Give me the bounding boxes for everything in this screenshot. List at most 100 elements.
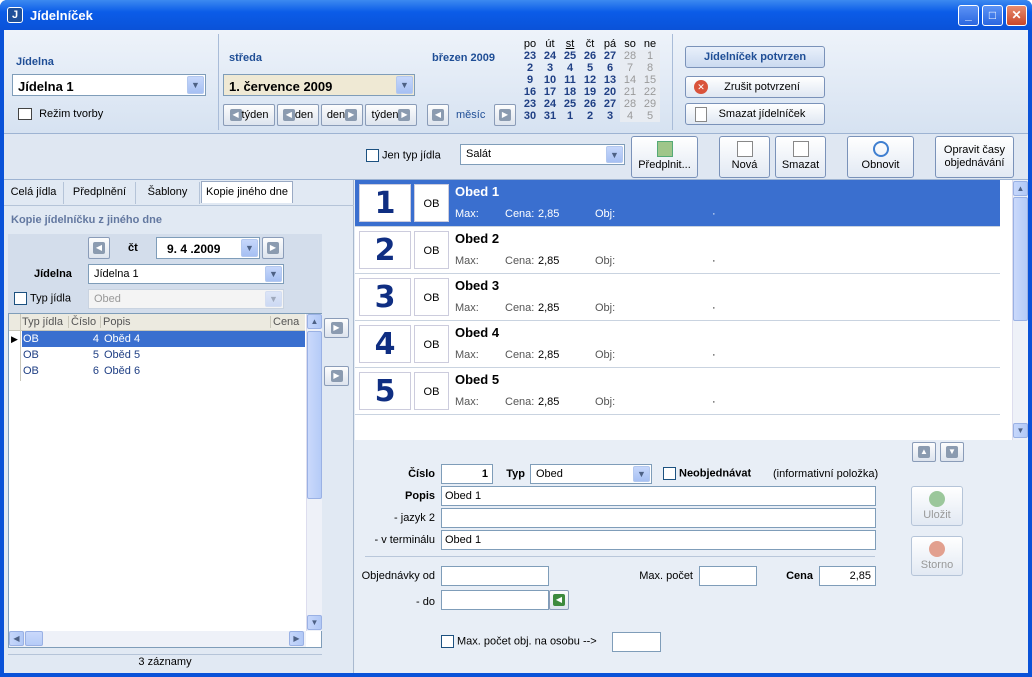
close-button[interactable]: ✕ xyxy=(1006,5,1027,26)
calendar-day[interactable]: 4 xyxy=(560,62,580,74)
copy-selected-button[interactable]: ▶ xyxy=(324,318,349,338)
day-prev-button[interactable]: ◀ den xyxy=(277,104,319,126)
calendar-day[interactable]: 28 xyxy=(620,50,640,62)
calendar-day[interactable]: 15 xyxy=(640,74,660,86)
calendar-day[interactable]: 1 xyxy=(640,50,660,62)
calendar-day[interactable]: 9 xyxy=(520,74,540,86)
popis-field[interactable]: Obed 1 xyxy=(441,486,876,506)
prefill-button[interactable]: Předplnit... xyxy=(631,136,698,178)
date-next-button[interactable]: ▶ xyxy=(262,237,284,259)
col-header-type[interactable]: Typ jídla xyxy=(22,316,69,328)
copy-type-select[interactable]: Obed ▼ xyxy=(88,289,284,309)
meal-list-scrollbar[interactable]: ▲ ▼ xyxy=(1012,180,1028,440)
calendar-day[interactable]: 24 xyxy=(540,50,560,62)
cislo-field[interactable]: 1 xyxy=(441,464,493,484)
delete-menu-button[interactable]: Smazat jídelníček xyxy=(685,103,825,125)
tab-whole-meals[interactable]: Celá jídla xyxy=(4,182,64,204)
chevron-down-icon[interactable]: ▼ xyxy=(633,466,650,482)
calendar-day[interactable]: 14 xyxy=(620,74,640,86)
chevron-down-icon[interactable]: ▼ xyxy=(241,239,258,257)
meal-row[interactable]: 4 OB Obed 4 Max: Cena: 2,85 Obj: · xyxy=(355,321,1000,368)
move-down-button[interactable]: ▼ xyxy=(940,442,964,462)
chevron-down-icon[interactable]: ▼ xyxy=(187,76,204,94)
scroll-thumb[interactable] xyxy=(307,331,322,499)
calendar-day[interactable]: 17 xyxy=(540,86,560,98)
only-type-checkbox[interactable]: Jen typ jídla xyxy=(366,149,441,162)
week-prev-button[interactable]: ◀ týden xyxy=(223,104,275,126)
scroll-thumb[interactable] xyxy=(25,631,43,646)
calendar-day[interactable]: 26 xyxy=(580,50,600,62)
calendar-day[interactable]: 30 xyxy=(520,110,540,122)
calendar-day[interactable]: 13 xyxy=(600,74,620,86)
calendar-day[interactable]: 2 xyxy=(520,62,540,74)
chevron-down-icon[interactable]: ▼ xyxy=(265,266,282,282)
calendar-day[interactable]: 28 xyxy=(620,98,640,110)
save-button[interactable]: Uložit xyxy=(911,486,963,526)
date-prev-button[interactable]: ◀ xyxy=(88,237,110,259)
title-bar[interactable]: J Jídelníček _ □ ✕ xyxy=(0,0,1032,30)
col-header-description[interactable]: Popis xyxy=(103,316,271,328)
jidelna-select[interactable]: Jídelna 1 ▼ xyxy=(12,74,206,96)
type-filter-select[interactable]: Salát ▼ xyxy=(460,144,625,165)
meal-row[interactable]: 1 OB Obed 1 Max: Cena: 2,85 Obj: · xyxy=(355,180,1000,227)
chevron-down-icon[interactable]: ▼ xyxy=(265,291,282,307)
delete-button[interactable]: Smazat xyxy=(775,136,826,178)
calendar-day[interactable]: 8 xyxy=(640,62,660,74)
calendar-day[interactable]: 25 xyxy=(560,50,580,62)
copy-type-checkbox[interactable]: Typ jídla xyxy=(14,292,71,305)
storno-button[interactable]: Storno xyxy=(911,536,963,576)
move-up-button[interactable]: ▲ xyxy=(912,442,936,462)
calendar-day[interactable]: 1 xyxy=(560,110,580,122)
calendar-day[interactable]: 24 xyxy=(540,98,560,110)
tab-templates[interactable]: Šablony xyxy=(136,182,200,204)
col-header-number[interactable]: Číslo xyxy=(71,316,101,328)
copy-jidelna-select[interactable]: Jídelna 1 ▼ xyxy=(88,264,284,284)
confirmed-status-button[interactable]: Jídelníček potvrzen xyxy=(685,46,825,68)
checkbox-box[interactable] xyxy=(663,467,676,480)
max-osobu-field[interactable] xyxy=(612,632,661,652)
week-next-button[interactable]: týden ▶ xyxy=(365,104,417,126)
calendar-day[interactable]: 29 xyxy=(640,98,660,110)
scroll-up-icon[interactable]: ▲ xyxy=(307,314,322,329)
chevron-down-icon[interactable]: ▼ xyxy=(396,76,413,94)
calendar-day[interactable]: 23 xyxy=(520,98,540,110)
checkbox-box[interactable] xyxy=(14,292,27,305)
calendar-day[interactable]: 18 xyxy=(560,86,580,98)
scroll-up-icon[interactable]: ▲ xyxy=(1013,181,1028,196)
tab-copy-other-day[interactable]: Kopie jiného dne xyxy=(201,181,293,203)
cena-field[interactable]: 2,85 xyxy=(819,566,876,586)
calendar-day[interactable]: 31 xyxy=(540,110,560,122)
calendar-day[interactable]: 16 xyxy=(520,86,540,98)
calendar-day[interactable]: 22 xyxy=(640,86,660,98)
fix-times-button[interactable]: Opravit časy objednávání xyxy=(935,136,1014,178)
obj-od-field[interactable] xyxy=(441,566,549,586)
date-select[interactable]: 1. července 2009 ▼ xyxy=(223,74,415,96)
calendar-day[interactable]: 20 xyxy=(600,86,620,98)
refresh-button[interactable]: Obnovit xyxy=(847,136,914,178)
scroll-thumb[interactable] xyxy=(1013,197,1028,321)
scroll-right-icon[interactable]: ▶ xyxy=(289,631,304,646)
calendar-day[interactable]: 2 xyxy=(580,110,600,122)
grid-horizontal-scrollbar[interactable]: ◀ ▶ xyxy=(9,631,306,647)
minimize-button[interactable]: _ xyxy=(958,5,979,26)
copy-time-button[interactable]: ◀ xyxy=(549,590,569,610)
month-next-button[interactable]: ▶ xyxy=(494,104,516,126)
calendar-day[interactable]: 5 xyxy=(580,62,600,74)
max-pocet-field[interactable] xyxy=(699,566,757,586)
calendar-day[interactable]: 23 xyxy=(520,50,540,62)
checkbox-box[interactable] xyxy=(366,149,379,162)
cancel-confirm-button[interactable]: ✕ Zrušit potvrzení xyxy=(685,76,825,98)
col-header-price[interactable]: Cena xyxy=(273,316,299,328)
calendar-day[interactable]: 19 xyxy=(580,86,600,98)
calendar-day[interactable]: 10 xyxy=(540,74,560,86)
chevron-down-icon[interactable]: ▼ xyxy=(606,146,623,163)
month-prev-button[interactable]: ◀ xyxy=(427,104,449,126)
table-row[interactable]: OB 6 Oběd 6 xyxy=(22,363,305,379)
neobjednavat-checkbox[interactable]: Neobjednávat xyxy=(663,467,751,480)
maximize-button[interactable]: □ xyxy=(982,5,1003,26)
scroll-down-icon[interactable]: ▼ xyxy=(307,615,322,630)
typ-select[interactable]: Obed ▼ xyxy=(530,464,652,484)
scroll-left-icon[interactable]: ◀ xyxy=(9,631,24,646)
scroll-down-icon[interactable]: ▼ xyxy=(1013,423,1028,438)
day-next-button[interactable]: den ▶ xyxy=(321,104,363,126)
